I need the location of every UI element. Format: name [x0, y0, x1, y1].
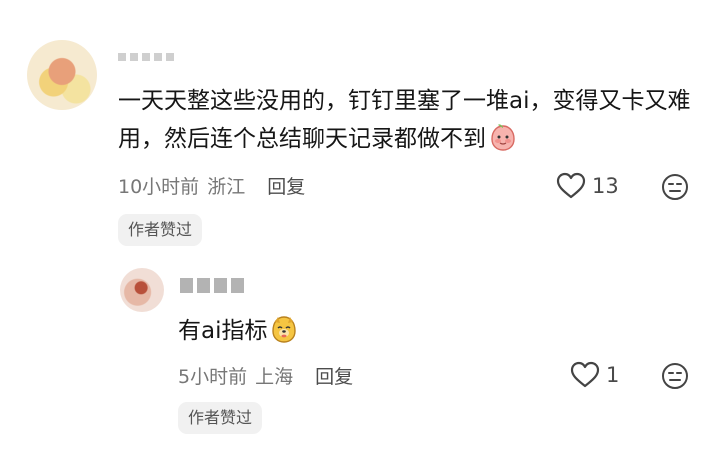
reply-time: 5小时前 [178, 366, 248, 388]
reply-text: 有ai指标 [178, 312, 299, 350]
author-liked-badge: 作者赞过 [178, 402, 263, 434]
author-liked-badge: 作者赞过 [118, 214, 203, 246]
heart-icon [556, 172, 586, 199]
heart-icon [570, 361, 600, 388]
dislike-button[interactable] [660, 172, 690, 206]
reply-location: 上海 [255, 366, 294, 388]
avatar[interactable] [120, 268, 164, 312]
reply-button[interactable]: 回复 [315, 362, 353, 389]
comment-meta: 10小时前 浙江 回复 [118, 172, 305, 199]
dislike-button[interactable] [660, 361, 690, 395]
reply-body: 有ai指标 [178, 318, 268, 344]
comment-time: 10小时前 [118, 176, 200, 198]
dislike-face-icon [662, 363, 688, 389]
avatar[interactable] [27, 40, 97, 110]
doge-face-icon [269, 314, 299, 344]
comment-location: 浙江 [207, 176, 246, 198]
username-blurred[interactable] [180, 278, 244, 293]
like-count: 13 [592, 174, 619, 198]
reply-meta: 5小时前 上海 回复 [178, 362, 353, 389]
comment-body: 一天天整这些没用的，钉钉里塞了一堆ai，变得又卡又难用，然后连个总结聊天记录都做… [118, 88, 691, 152]
comment-text: 一天天整这些没用的，钉钉里塞了一堆ai，变得又卡又难用，然后连个总结聊天记录都做… [118, 82, 693, 158]
blushing-peach-icon [488, 122, 518, 152]
dislike-face-icon [662, 174, 688, 200]
like-button[interactable]: 13 [556, 172, 619, 200]
username-blurred[interactable] [118, 53, 174, 61]
like-count: 1 [606, 363, 620, 387]
like-button[interactable]: 1 [570, 361, 619, 389]
reply-button[interactable]: 回复 [267, 172, 305, 199]
